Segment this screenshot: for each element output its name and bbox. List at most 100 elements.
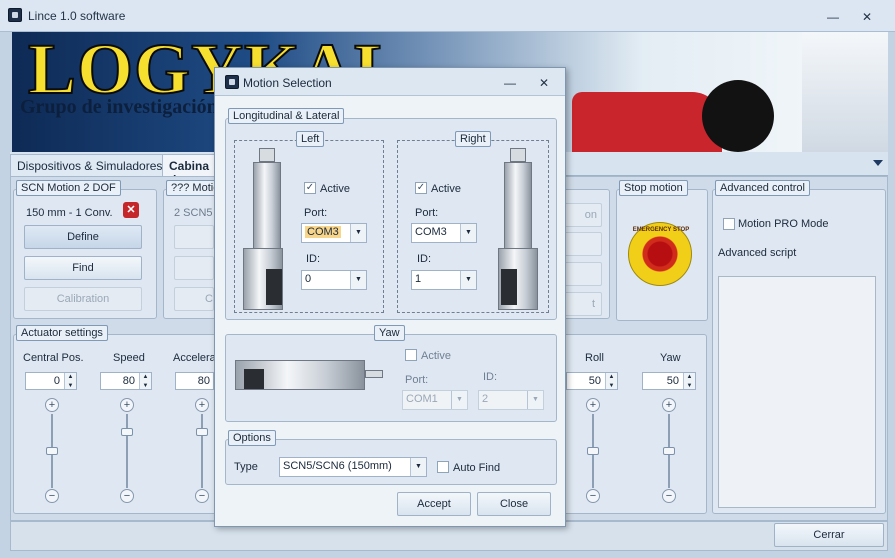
yaw-setting-value: 50 xyxy=(666,375,679,387)
right-id-chevron-down-icon[interactable]: ▼ xyxy=(460,271,476,289)
hidden-button-c[interactable] xyxy=(562,262,602,286)
yaw-active-checkbox[interactable] xyxy=(405,349,417,361)
right-active-checkbox[interactable]: ✓ xyxy=(415,182,427,194)
acceleration-plus-icon[interactable]: + xyxy=(195,398,209,412)
yaw-plus-icon[interactable]: + xyxy=(662,398,676,412)
speed-value: 80 xyxy=(122,375,135,387)
yaw-title: Yaw xyxy=(374,325,405,341)
yaw-minus-icon[interactable]: − xyxy=(662,489,676,503)
minimize-icon[interactable]: — xyxy=(822,8,844,26)
left-port-chevron-down-icon[interactable]: ▼ xyxy=(350,224,366,242)
central-pos-plus-icon[interactable]: + xyxy=(45,398,59,412)
tab-devices[interactable]: Dispositivos & Simuladores xyxy=(10,154,170,176)
central-pos-value: 0 xyxy=(53,375,60,387)
remove-icon[interactable]: ✕ xyxy=(123,202,139,218)
yaw-id-label: ID: xyxy=(483,371,498,383)
accept-button[interactable]: Accept xyxy=(397,492,471,516)
yaw-port-chevron-down-icon[interactable]: ▼ xyxy=(451,391,467,409)
pilot-figure-image xyxy=(802,32,888,152)
car-wheel-image xyxy=(702,80,774,152)
yaw-motor-block xyxy=(244,369,264,389)
yaw-setting-spinner[interactable]: ▲ ▼ xyxy=(683,373,695,389)
central-pos-spinner[interactable]: ▲ ▼ xyxy=(64,373,76,389)
roll-slider-thumb[interactable] xyxy=(587,447,599,455)
yaw-port-value: COM1 xyxy=(406,393,438,405)
tab-menu-chevron-icon[interactable] xyxy=(873,160,883,166)
hidden-button-b[interactable] xyxy=(562,232,602,256)
tab-cabin[interactable]: Cabina d xyxy=(162,154,222,187)
yaw-id-chevron-down-icon[interactable]: ▼ xyxy=(527,391,543,409)
yaw-id-value: 2 xyxy=(482,393,489,405)
central-pos-minus-icon[interactable]: − xyxy=(45,489,59,503)
left-title: Left xyxy=(296,131,325,147)
type-select[interactable]: SCN5/SCN6 (150mm) ▼ xyxy=(279,457,427,477)
autofind-checkbox[interactable] xyxy=(437,461,449,473)
emergency-stop-button[interactable]: EMERGENCY STOP xyxy=(628,222,692,286)
calibration-button[interactable]: Calibration xyxy=(24,287,142,311)
left-active-checkbox[interactable]: ✓ xyxy=(304,182,316,194)
yaw-slider-thumb[interactable] xyxy=(663,447,675,455)
scn-motion-title: SCN Motion 2 DOF xyxy=(16,180,121,196)
speed-slider-thumb[interactable] xyxy=(121,428,133,436)
roll-minus-icon[interactable]: − xyxy=(586,489,600,503)
roll-plus-icon[interactable]: + xyxy=(586,398,600,412)
acceleration-slider[interactable] xyxy=(201,414,203,488)
central-pos-slider-thumb[interactable] xyxy=(46,447,58,455)
define-button[interactable]: Define xyxy=(24,225,142,249)
speed-minus-icon[interactable]: − xyxy=(120,489,134,503)
second-define-button[interactable] xyxy=(174,225,214,249)
hidden-button-a[interactable]: on xyxy=(562,203,602,227)
app-icon xyxy=(8,8,22,22)
left-active-label: Active xyxy=(320,183,350,195)
right-port-label: Port: xyxy=(415,207,439,219)
right-port-value: COM3 xyxy=(415,226,447,238)
close-button[interactable]: Close xyxy=(477,492,551,516)
dialog-app-icon xyxy=(225,75,239,89)
yaw-id-select[interactable]: 2 ▼ xyxy=(478,390,544,410)
left-id-chevron-down-icon[interactable]: ▼ xyxy=(350,271,366,289)
speed-plus-icon[interactable]: + xyxy=(120,398,134,412)
acceleration-minus-icon[interactable]: − xyxy=(195,489,209,503)
advanced-control-title: Advanced control xyxy=(715,180,810,196)
roll-spinner[interactable]: ▲ ▼ xyxy=(605,373,617,389)
hidden-button-d[interactable]: t xyxy=(562,292,602,316)
yaw-port-label: Port: xyxy=(405,374,429,386)
main-titlebar: Lince 1.0 software — ✕ xyxy=(0,0,895,32)
yaw-port-select[interactable]: COM1 ▼ xyxy=(402,390,468,410)
left-id-label: ID: xyxy=(306,253,321,265)
dialog-title: Motion Selection xyxy=(243,76,332,90)
left-actuator-image xyxy=(253,162,281,252)
speed-slider[interactable] xyxy=(126,414,128,488)
right-id-value: 1 xyxy=(415,273,422,285)
motion-pro-checkbox[interactable] xyxy=(723,218,735,230)
left-port-select[interactable]: COM3 ▼ xyxy=(301,223,367,243)
options-title: Options xyxy=(228,430,276,446)
find-button[interactable]: Find xyxy=(24,256,142,280)
right-id-select[interactable]: 1 ▼ xyxy=(411,270,477,290)
left-id-value: 0 xyxy=(305,273,312,285)
close-icon[interactable]: ✕ xyxy=(856,8,878,26)
speed-spinner[interactable]: ▲ ▼ xyxy=(139,373,151,389)
left-actuator-base-image xyxy=(243,248,283,310)
cerrar-button[interactable]: Cerrar xyxy=(774,523,884,547)
estop-label: EMERGENCY STOP xyxy=(632,227,690,233)
acceleration-input[interactable]: 80 xyxy=(175,372,214,390)
left-id-select[interactable]: 0 ▼ xyxy=(301,270,367,290)
right-actuator-image xyxy=(504,162,532,252)
advanced-script-textarea[interactable] xyxy=(718,276,876,508)
right-port-chevron-down-icon[interactable]: ▼ xyxy=(460,224,476,242)
type-label: Type xyxy=(234,461,258,473)
yaw-actuator-rod xyxy=(365,370,383,378)
acceleration-label: Accelera xyxy=(173,352,216,364)
dialog-close-icon[interactable]: ✕ xyxy=(533,74,555,92)
right-port-select[interactable]: COM3 ▼ xyxy=(411,223,477,243)
second-calibration-button[interactable]: C xyxy=(174,287,214,311)
type-chevron-down-icon[interactable]: ▼ xyxy=(410,458,426,476)
dialog-titlebar: Motion Selection — ✕ xyxy=(215,68,565,96)
acceleration-slider-thumb[interactable] xyxy=(196,428,208,436)
second-find-button[interactable] xyxy=(174,256,214,280)
motion-pro-label: Motion PRO Mode xyxy=(738,218,829,230)
roll-value: 50 xyxy=(588,375,601,387)
dialog-minimize-icon[interactable]: — xyxy=(499,74,521,92)
right-actuator-cap xyxy=(510,148,526,162)
